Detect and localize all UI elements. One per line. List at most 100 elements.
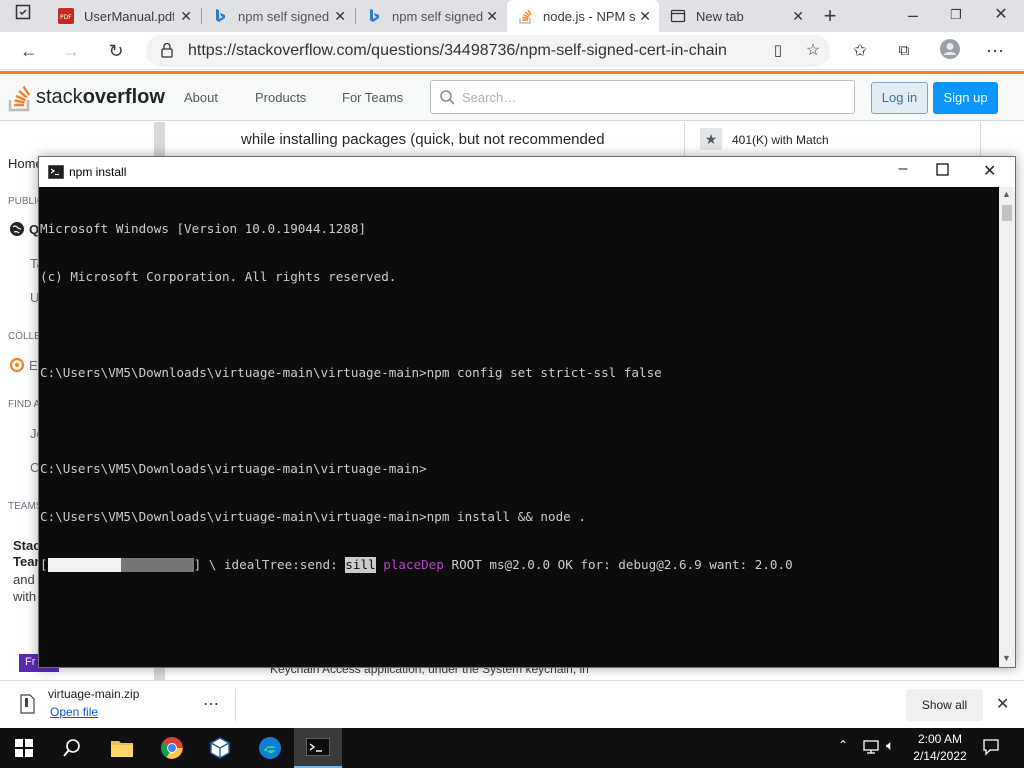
search-placeholder: Search… xyxy=(462,90,517,105)
add-favorite-icon[interactable]: ☆ xyxy=(800,38,826,64)
tab-label: node.js - NPM s xyxy=(543,8,635,24)
progress-spinner: \ xyxy=(208,557,217,572)
reader-view-icon[interactable]: ▯ xyxy=(765,38,791,64)
new-tab-icon xyxy=(670,8,686,24)
collections-icon[interactable]: ⧉ xyxy=(891,38,917,64)
so-logo[interactable]: stack overflow xyxy=(8,82,165,112)
collectives-icon xyxy=(9,357,25,376)
back-arrow-icon[interactable]: ← xyxy=(16,38,42,64)
log-message: ROOT ms@2.0.0 OK for: debug@2.6.9 want: … xyxy=(451,557,793,572)
tab-npm-self-signed-1[interactable]: npm self signed ✕ xyxy=(202,0,354,32)
signup-button[interactable]: Sign up xyxy=(933,82,998,114)
cmd-minimize-icon[interactable]: – xyxy=(891,160,915,184)
log-level-badge: sill xyxy=(345,557,376,573)
downloads-bar: virtuage-main.zip Open file ⋯ Show all ✕ xyxy=(0,680,1024,728)
network-icon[interactable] xyxy=(862,739,880,758)
favorites-icon[interactable]: ✩ xyxy=(847,38,873,64)
refresh-icon[interactable]: ↻ xyxy=(103,38,129,64)
tab-label: UserManual.pdf xyxy=(84,8,174,24)
nav-for-teams[interactable]: For Teams xyxy=(342,90,403,105)
edge-icon[interactable] xyxy=(246,728,294,768)
cmd-line: C:\Users\VM5\Downloads\virtuage-main\vir… xyxy=(40,461,427,476)
cmd-line: (c) Microsoft Corporation. All rights re… xyxy=(40,269,397,284)
so-header: stack overflow About Products For Teams … xyxy=(0,74,1024,121)
cmd-output[interactable]: Microsoft Windows [Version 10.0.19044.12… xyxy=(39,187,999,667)
forward-arrow-icon[interactable]: → xyxy=(58,38,84,64)
virtualbox-icon[interactable] xyxy=(196,728,244,768)
teams-promo-text-1: and xyxy=(13,572,35,587)
window-menu-icon[interactable] xyxy=(10,3,36,29)
download-filename[interactable]: virtuage-main.zip xyxy=(48,687,139,701)
url-bar[interactable]: https://stackoverflow.com/questions/3449… xyxy=(146,35,830,67)
file-explorer-icon[interactable] xyxy=(98,728,146,768)
job-item-401k[interactable]: 401(K) with Match xyxy=(732,133,829,147)
notifications-icon[interactable] xyxy=(982,738,1000,759)
nav-products[interactable]: Products xyxy=(255,90,306,105)
more-options-icon[interactable]: ⋯ xyxy=(982,38,1008,64)
cmd-window[interactable]: npm install – ✕ Microsoft Windows [Versi… xyxy=(38,156,1016,668)
start-windows-icon[interactable] xyxy=(0,728,48,768)
answer-text-line: while installing packages (quick, but no… xyxy=(241,131,605,148)
chrome-icon[interactable] xyxy=(148,728,196,768)
cmd-icon xyxy=(47,164,65,182)
tab-label: npm self signed xyxy=(238,8,330,24)
clock-time[interactable]: 2:00 AM xyxy=(906,732,974,746)
cmd-taskbar-icon[interactable] xyxy=(294,728,342,768)
teams-promo-text-2: with xyxy=(13,589,37,604)
profile-avatar-icon[interactable] xyxy=(937,38,963,64)
sidebar-collectives-heading: COLLE xyxy=(8,331,41,342)
restore-icon[interactable]: ❐ xyxy=(943,2,969,28)
search-icon[interactable] xyxy=(48,728,96,768)
show-all-button[interactable]: Show all xyxy=(906,689,983,721)
close-window-icon[interactable]: ✕ xyxy=(988,2,1014,28)
stackoverflow-icon xyxy=(8,85,31,112)
cmd-line: C:\Users\VM5\Downloads\virtuage-main\vir… xyxy=(40,509,586,524)
tab-nodejs-npm[interactable]: node.js - NPM s ✕ xyxy=(507,0,659,32)
bing-icon xyxy=(212,8,228,24)
clock-date[interactable]: 2/14/2022 xyxy=(906,749,974,763)
close-downloads-icon[interactable]: ✕ xyxy=(996,694,1009,714)
cmd-close-icon[interactable]: ✕ xyxy=(983,161,996,181)
npm-progress-fill xyxy=(47,558,121,572)
tab-usermanual[interactable]: PDF UserManual.pdf ✕ xyxy=(48,0,200,32)
lock-icon[interactable] xyxy=(160,42,174,61)
cmd-line: Microsoft Windows [Version 10.0.19044.12… xyxy=(40,221,367,236)
progress-stage: idealTree:send: xyxy=(223,557,338,572)
windows-taskbar: ⌃ 🔈︎ 2:00 AM 2/14/2022 xyxy=(0,728,1024,768)
scroll-thumb[interactable] xyxy=(1002,205,1012,221)
volume-icon[interactable]: 🔈︎ xyxy=(886,737,894,754)
cmd-title-bar[interactable]: npm install – ✕ xyxy=(39,157,1015,187)
globe-icon xyxy=(9,221,25,240)
cmd-line xyxy=(40,413,999,429)
login-button[interactable]: Log in xyxy=(871,82,928,114)
npm-progress-line: [ ] \ idealTree:send: sill placeDep ROOT… xyxy=(40,557,999,573)
close-tab-icon[interactable]: ✕ xyxy=(334,8,346,25)
bing-icon xyxy=(366,8,382,24)
download-more-icon[interactable]: ⋯ xyxy=(203,694,219,714)
close-tab-icon[interactable]: ✕ xyxy=(792,8,804,25)
cmd-scrollbar[interactable]: ▲ ▼ xyxy=(999,187,1015,667)
cmd-maximize-icon[interactable] xyxy=(936,163,950,180)
close-tab-icon[interactable]: ✕ xyxy=(486,8,498,25)
url-text: https://stackoverflow.com/questions/3449… xyxy=(188,42,727,59)
close-tab-icon[interactable]: ✕ xyxy=(180,8,192,25)
logo-text-overflow: overflow xyxy=(82,85,165,108)
scroll-down-icon[interactable]: ▼ xyxy=(1002,653,1011,663)
so-search-input[interactable]: Search… xyxy=(430,80,855,114)
tab-new-tab[interactable]: New tab ✕ xyxy=(660,0,812,32)
minimize-icon[interactable]: – xyxy=(900,2,926,28)
tab-npm-self-signed-2[interactable]: npm self signed ✕ xyxy=(356,0,506,32)
scroll-up-icon[interactable]: ▲ xyxy=(1002,189,1011,199)
close-tab-icon[interactable]: ✕ xyxy=(639,8,651,25)
cmd-line xyxy=(40,317,999,333)
new-tab-button[interactable]: + xyxy=(817,3,843,29)
search-icon xyxy=(439,89,455,108)
cmd-line: C:\Users\VM5\Downloads\virtuage-main\vir… xyxy=(40,365,662,380)
download-divider xyxy=(235,689,236,721)
sidebar-explore[interactable]: E xyxy=(29,358,38,373)
nav-about[interactable]: About xyxy=(184,90,218,105)
tray-chevron-up-icon[interactable]: ⌃ xyxy=(838,738,848,752)
open-file-link[interactable]: Open file xyxy=(50,705,98,719)
